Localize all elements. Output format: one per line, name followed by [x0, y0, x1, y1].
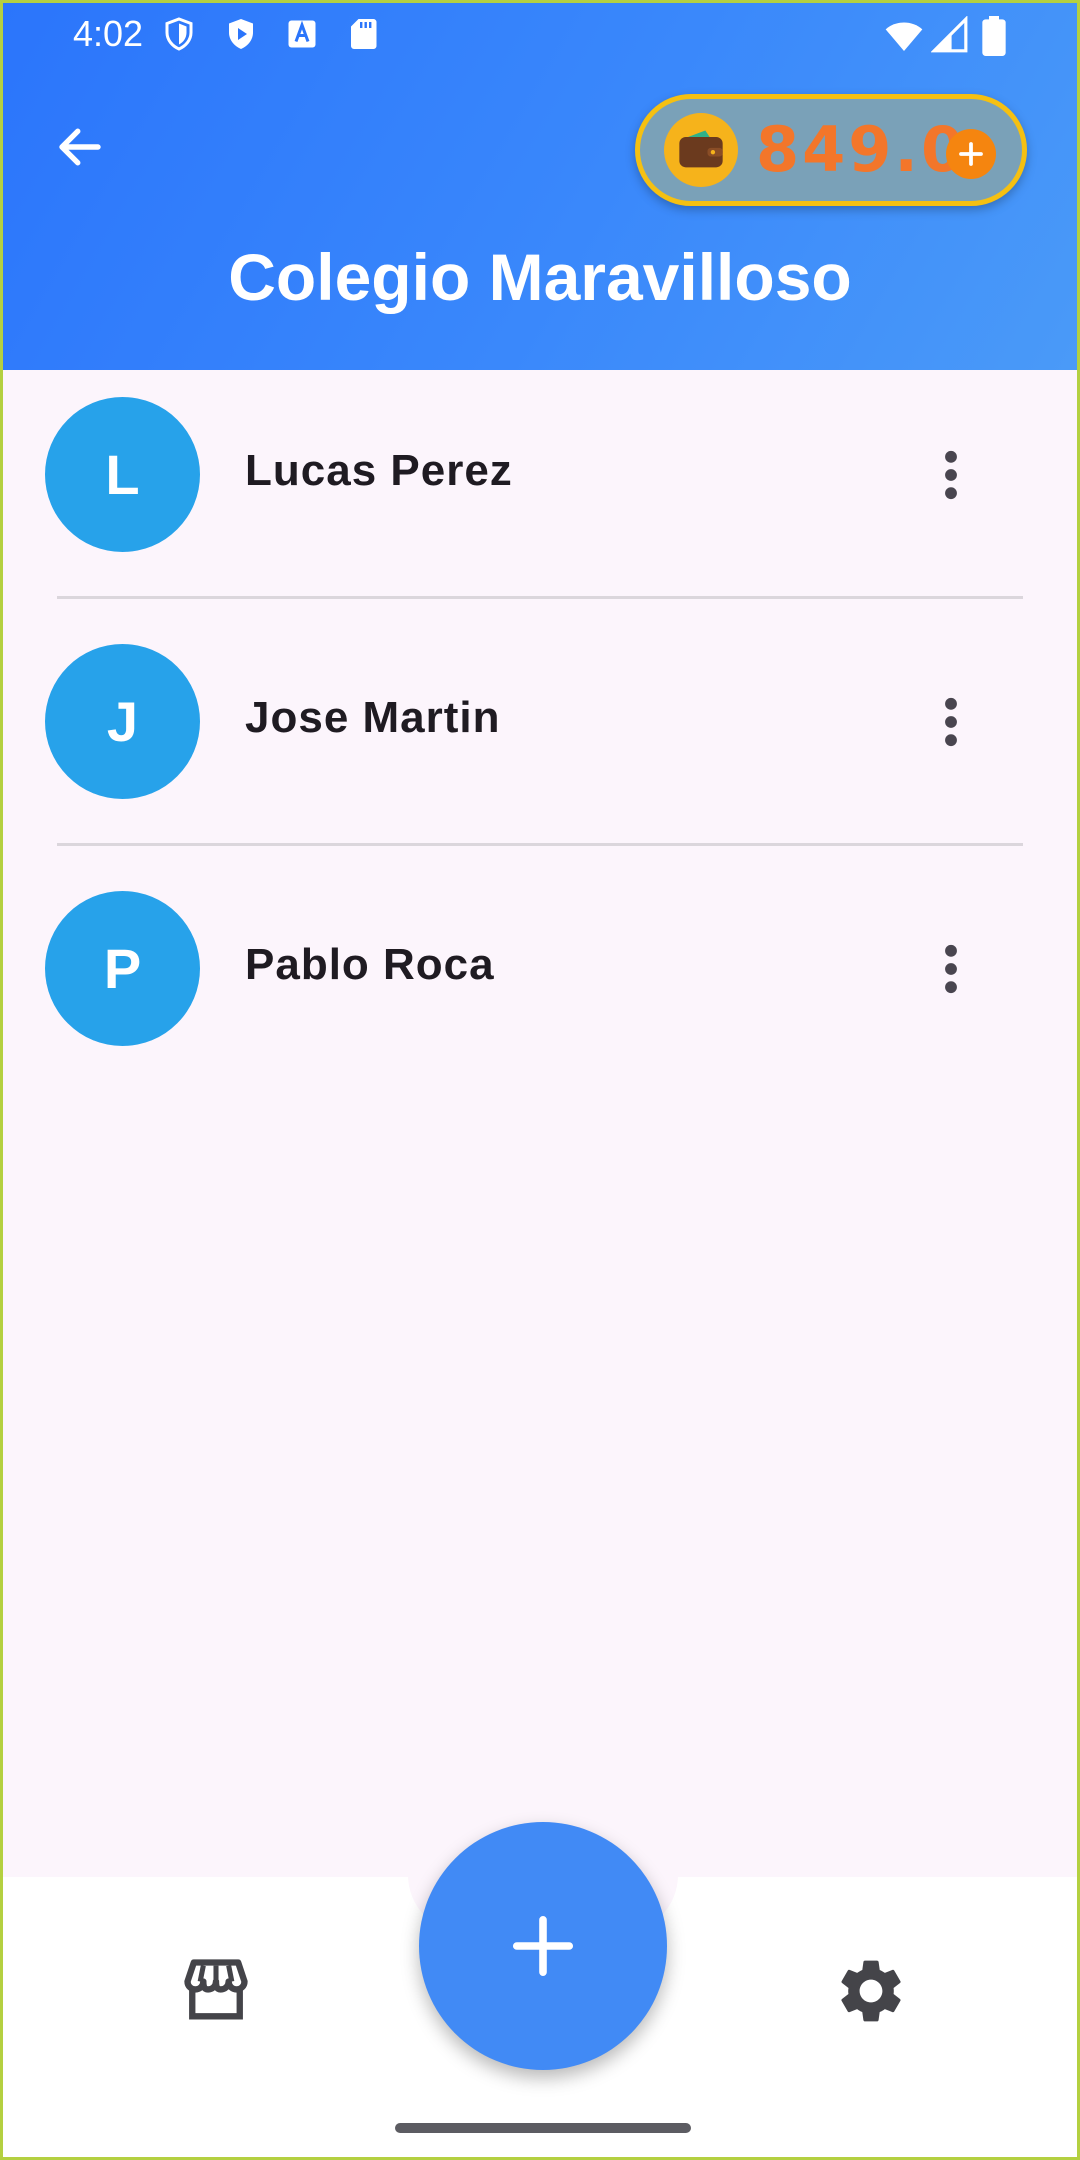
- plus-icon: [512, 1915, 574, 1977]
- student-name: Lucas Perez: [245, 446, 513, 495]
- more-options-button[interactable]: [921, 687, 981, 757]
- store-icon: [184, 1959, 248, 2020]
- cellular-signal-icon: [931, 16, 969, 54]
- wifi-icon: [883, 16, 925, 56]
- student-name: Pablo Roca: [245, 940, 495, 989]
- status-bar: 4:02: [3, 3, 1077, 69]
- back-button[interactable]: [48, 115, 112, 179]
- screen: 4:02 849.0 Colegio Maravilloso L Lucas P…: [0, 0, 1080, 2160]
- more-vert-icon: [945, 944, 957, 994]
- page-title: Colegio Maravilloso: [228, 240, 852, 314]
- more-vert-icon: [945, 697, 957, 747]
- keyboard-a-icon: [284, 16, 320, 52]
- home-indicator[interactable]: [395, 2123, 691, 2133]
- battery-icon: [981, 16, 1007, 56]
- wallet-icon: [664, 113, 738, 187]
- status-time: 4:02: [73, 13, 144, 54]
- divider: [57, 596, 1023, 599]
- avatar: P: [45, 891, 200, 1046]
- add-student-button[interactable]: [419, 1822, 667, 2070]
- play-shield-icon: [223, 16, 259, 52]
- list-item[interactable]: P Pablo Roca: [3, 864, 1077, 1111]
- list-item[interactable]: J Jose Martin: [3, 617, 1077, 864]
- sd-card-icon: [345, 16, 381, 52]
- more-options-button[interactable]: [921, 934, 981, 1004]
- avatar: L: [45, 397, 200, 552]
- student-list: L Lucas Perez J Jose Martin P Pablo Roca: [3, 370, 1077, 1111]
- more-options-button[interactable]: [921, 440, 981, 510]
- arrow-back-icon: [59, 128, 101, 166]
- settings-button[interactable]: [833, 1953, 909, 2029]
- app-header: 4:02 849.0 Colegio Maravilloso: [3, 3, 1077, 370]
- gear-icon: [841, 1960, 901, 2022]
- plus-circle-icon[interactable]: [946, 129, 996, 179]
- wallet-amount: 849.0: [756, 113, 968, 186]
- more-vert-icon: [945, 450, 957, 500]
- wallet-balance-button[interactable]: 849.0: [635, 94, 1027, 206]
- store-button[interactable]: [178, 1953, 254, 2029]
- shield-outline-icon: [161, 16, 197, 52]
- list-item[interactable]: L Lucas Perez: [3, 370, 1077, 617]
- avatar: J: [45, 644, 200, 799]
- student-name: Jose Martin: [245, 693, 501, 742]
- divider: [57, 843, 1023, 846]
